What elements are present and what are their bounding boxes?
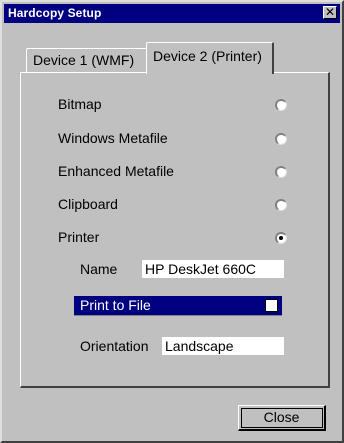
hardcopy-setup-dialog: Hardcopy Setup ✕ Device 1 (WMF) Device 2… [0,0,344,443]
print-to-file-checkbox[interactable] [265,299,278,312]
option-enhanced-metafile-radio[interactable] [275,166,287,178]
title-bar[interactable]: Hardcopy Setup ✕ [4,4,340,23]
close-icon[interactable]: ✕ [323,6,337,19]
printer-name-field[interactable]: HP DeskJet 660C [142,260,284,278]
option-printer-label: Printer [58,229,100,245]
window-title: Hardcopy Setup [8,6,102,20]
option-printer-radio[interactable] [275,232,287,244]
tab-device-1[interactable]: Device 1 (WMF) [26,48,148,72]
orientation-field[interactable]: Landscape [162,337,284,355]
tab-device-2[interactable]: Device 2 (Printer) [146,42,274,74]
option-bitmap-radio[interactable] [275,99,287,111]
option-bitmap-label: Bitmap [58,96,102,112]
option-enhanced-metafile-label: Enhanced Metafile [58,163,174,179]
print-to-file-row[interactable]: Print to File [74,296,282,316]
print-to-file-label: Print to File [80,297,151,313]
option-windows-metafile-label: Windows Metafile [58,130,168,146]
option-clipboard-label: Clipboard [58,196,118,212]
close-button[interactable]: Close [238,405,326,431]
option-clipboard-radio[interactable] [275,199,287,211]
orientation-label: Orientation [80,338,149,354]
tab-device-1-label: Device 1 (WMF) [33,52,135,68]
option-windows-metafile-radio[interactable] [275,133,287,145]
printer-name-label: Name [80,261,118,277]
tab-device-2-label: Device 2 (Printer) [153,48,262,64]
